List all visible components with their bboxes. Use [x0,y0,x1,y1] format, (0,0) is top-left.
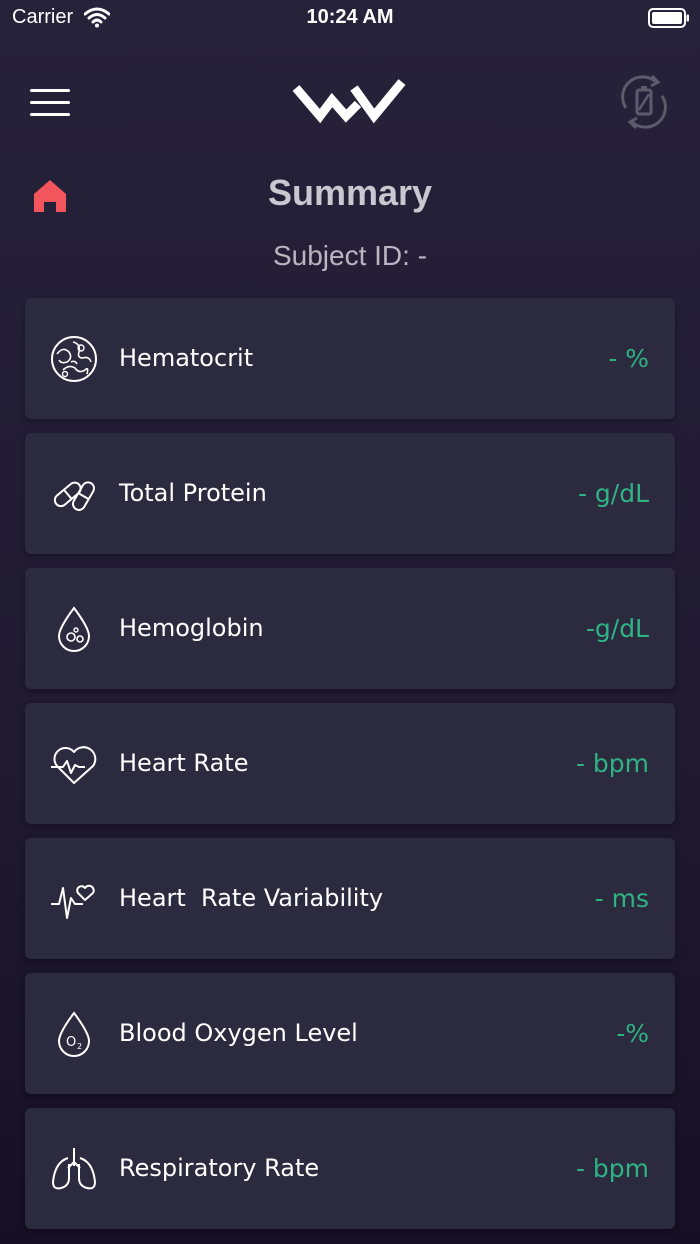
logo-icon [292,79,406,124]
status-bar: Carrier 10:24 AM [0,0,700,40]
metric-value: - bpm [575,1154,649,1183]
metric-card-total-protein[interactable]: Total Protein - g/dL [25,433,675,554]
metric-card-heart-rate[interactable]: Heart Rate - bpm [25,703,675,824]
lungs-icon [51,1148,97,1190]
ecg-heart-icon [51,884,95,919]
status-time: 10:24 AM [306,6,394,28]
menu-button[interactable] [30,86,72,118]
summary-screen: Carrier 10:24 AM Summary Subject ID: - H… [0,0,700,1244]
metric-label: Hemoglobin [119,614,264,642]
metric-card-blood-oxygen[interactable]: O 2 Blood Oxygen Level -% [25,973,675,1094]
metric-card-respiratory-rate[interactable]: Respiratory Rate - bpm [25,1108,675,1229]
metric-label: Heart Rate [119,749,249,777]
metric-value: -% [616,1019,649,1048]
metric-card-hemoglobin[interactable]: Hemoglobin -g/dL [25,568,675,689]
metric-value: -g/dL [585,614,649,643]
metric-value: - g/dL [577,479,649,508]
oxygen-drop-icon: O 2 [57,1011,91,1057]
metric-value: - ms [594,884,649,913]
metric-label: Respiratory Rate [119,1154,320,1182]
blood-drop-icon [57,606,91,652]
metric-card-heart-rate-variability[interactable]: Heart Rate Variability - ms [25,838,675,959]
metric-label: Heart Rate Variability [119,884,384,912]
metric-label: Total Protein [119,479,267,507]
page-title: Summary [267,172,433,213]
metric-value: - bpm [575,749,649,778]
subject-id-label: Subject ID: - [272,240,428,271]
svg-text:O: O [66,1035,76,1050]
menu-icon [30,89,70,92]
metric-label: Blood Oxygen Level [119,1019,358,1047]
metric-label: Hematocrit [119,344,254,372]
metric-value: - % [608,344,649,373]
metric-card-hematocrit[interactable]: Hematocrit - % [25,298,675,419]
sync-battery-icon[interactable] [616,72,672,132]
svg-text:2: 2 [77,1042,82,1051]
protein-capsule-icon [53,481,95,511]
heart-pulse-icon [51,746,97,784]
blood-cells-icon [51,336,97,382]
battery-icon [648,8,689,28]
